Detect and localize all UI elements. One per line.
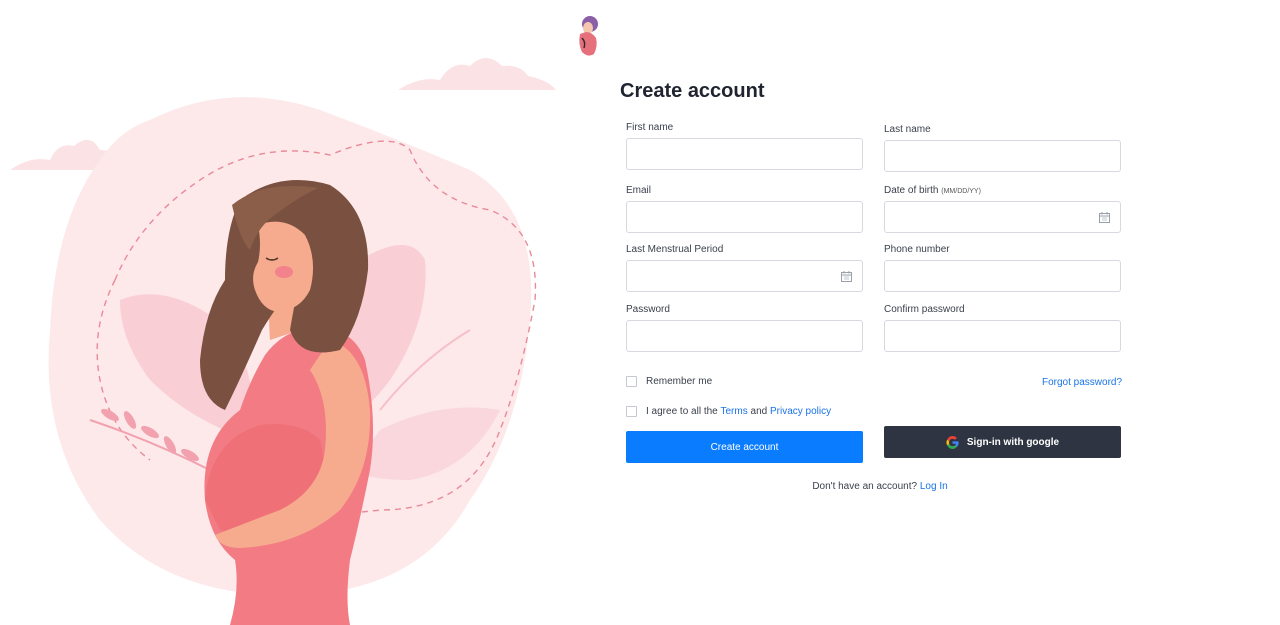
privacy-policy-link[interactable]: Privacy policy <box>770 406 831 417</box>
email-label: Email <box>626 185 652 196</box>
last-name-field[interactable] <box>884 140 1121 172</box>
forgot-password-link[interactable]: Forgot password? <box>1042 377 1122 388</box>
page-title: Create account <box>620 80 765 102</box>
lmp-label: Last Menstrual Period <box>626 244 724 255</box>
phone-input[interactable] <box>885 261 1120 291</box>
first-name-label: First name <box>626 122 674 133</box>
create-account-button[interactable]: Create account <box>626 431 863 463</box>
dob-format-hint: (MM/DD/YY) <box>941 188 981 195</box>
agree-and-text: and <box>750 406 768 417</box>
password-input[interactable] <box>627 321 862 351</box>
agree-terms-checkbox[interactable] <box>626 406 637 417</box>
phone-label: Phone number <box>884 244 950 255</box>
password-field[interactable] <box>626 320 863 352</box>
login-link[interactable]: Log In <box>920 481 948 492</box>
remember-me-label: Remember me <box>646 376 713 387</box>
no-account-text: Don't have an account? <box>812 481 918 492</box>
cloud-top <box>398 58 556 90</box>
confirm-password-input[interactable] <box>885 321 1120 351</box>
confirm-password-label: Confirm password <box>884 304 965 315</box>
last-name-input[interactable] <box>885 141 1120 171</box>
pregnant-woman-logo-icon <box>579 16 598 56</box>
lmp-field[interactable] <box>626 260 863 292</box>
agree-terms-row: I agree to all the Terms and Privacy pol… <box>626 406 831 417</box>
agree-prefix-text: I agree to all the <box>646 406 718 417</box>
login-prompt: Don't have an account? Log In <box>620 481 1140 492</box>
password-label: Password <box>626 304 670 315</box>
calendar-icon[interactable] <box>1099 212 1110 223</box>
lmp-input[interactable] <box>627 261 862 291</box>
google-signin-button[interactable]: Sign-in with google <box>884 426 1121 458</box>
remember-me-row[interactable]: Remember me <box>626 376 712 387</box>
dob-input[interactable] <box>885 202 1120 232</box>
email-field[interactable] <box>626 201 863 233</box>
dob-label-text: Date of birth <box>884 185 939 196</box>
email-input[interactable] <box>627 202 862 232</box>
last-name-label: Last name <box>884 124 931 135</box>
pregnant-woman-illustration <box>10 58 556 625</box>
first-name-field[interactable] <box>626 138 863 170</box>
confirm-password-field[interactable] <box>884 320 1121 352</box>
first-name-input[interactable] <box>627 139 862 169</box>
google-button-label: Sign-in with google <box>966 436 1060 448</box>
terms-link[interactable]: Terms <box>721 406 748 417</box>
remember-me-checkbox[interactable] <box>626 376 637 387</box>
phone-field[interactable] <box>884 260 1121 292</box>
dob-label: Date of birth (MM/DD/YY) <box>884 185 981 196</box>
calendar-icon[interactable] <box>841 271 852 282</box>
dob-field[interactable] <box>884 201 1121 233</box>
google-icon <box>946 435 959 449</box>
